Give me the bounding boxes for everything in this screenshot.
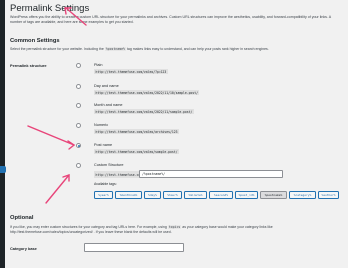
tag-button-author[interactable]: %author% <box>318 191 339 199</box>
optional-note: If you like, you may enter custom struct… <box>10 225 273 234</box>
arrow-to-post-name-icon <box>27 125 76 150</box>
sample-url: http://test.themefuse.com/valeo/2022/11/… <box>94 90 200 96</box>
radio-post-name[interactable] <box>76 143 81 148</box>
admin-sidebar-edge <box>0 0 5 268</box>
arrow-to-custom-structure-icon <box>45 174 70 204</box>
tag-button-second[interactable]: %second% <box>209 191 233 199</box>
option-label: Numeric <box>94 123 109 127</box>
tag-button-monthnum[interactable]: %monthnum% <box>115 191 142 199</box>
available-tags: %year% %monthnum% %day% %hour% %minute% … <box>94 191 348 200</box>
category-base-input[interactable] <box>84 243 184 252</box>
page-intro: WordPress offers you the ability to crea… <box>10 15 331 24</box>
tag-button-category[interactable]: %category% <box>289 191 316 199</box>
option-label: Custom Structure <box>94 163 124 167</box>
radio-day-and-name[interactable] <box>76 84 81 89</box>
sample-url: http://test.themefuse.com/valeo/archives… <box>94 129 179 135</box>
page-title: Permalink Settings <box>10 3 90 14</box>
optional-heading: Optional <box>10 215 34 221</box>
option-label: Plain <box>94 63 103 67</box>
tag-button-day[interactable]: %day% <box>144 191 161 199</box>
radio-month-and-name[interactable] <box>76 103 81 108</box>
radio-plain[interactable] <box>76 63 81 68</box>
permalink-structure-label: Permalink structure <box>10 63 47 68</box>
tag-button-hour[interactable]: %hour% <box>163 191 182 199</box>
tag-button-post-id[interactable]: %post_id% <box>235 191 258 199</box>
sidebar-collapse-icon[interactable] <box>0 166 6 173</box>
sample-url: http://test.themefuse.com/valeo/2022/11/… <box>94 109 194 115</box>
radio-custom-structure[interactable] <box>76 163 81 168</box>
sample-url: http://test.themefuse.com/valeo/sample-p… <box>94 149 179 155</box>
common-settings-note: Select the permalink structure for your … <box>10 47 269 51</box>
option-label: Day and name <box>94 84 119 88</box>
tag-button-minute[interactable]: %minute% <box>184 191 207 199</box>
option-label: Month and name <box>94 103 123 107</box>
tag-button-postname[interactable]: %postname% <box>260 191 287 199</box>
sample-url: http://test.themefuse.com/valeo/?p=123 <box>94 69 168 75</box>
common-settings-heading: Common Settings <box>10 38 60 44</box>
category-base-label: Category base <box>10 246 37 251</box>
option-label: Post name <box>94 143 113 147</box>
custom-structure-input[interactable]: /%postname%/ <box>139 170 283 178</box>
available-tags-label: Available tags: <box>94 182 117 186</box>
tag-button-year[interactable]: %year% <box>94 191 113 199</box>
radio-numeric[interactable] <box>76 123 81 128</box>
